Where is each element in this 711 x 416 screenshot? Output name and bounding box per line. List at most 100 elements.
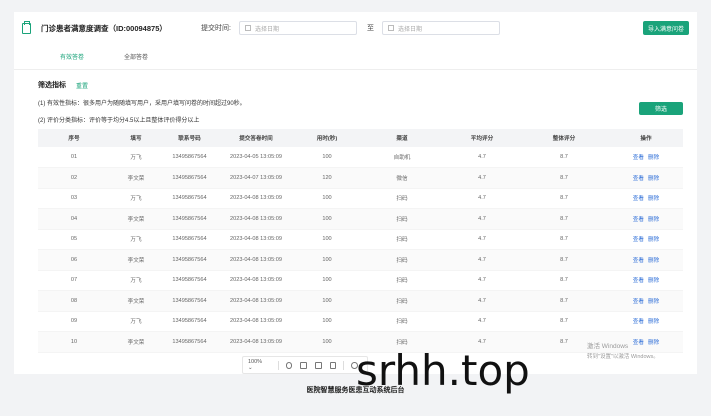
delete-link[interactable]: 删除 bbox=[648, 237, 659, 243]
survey-table: 序号 填写 联系号码 提交答卷时间 用时(秒) 渠道 平均评分 整体评分 操作 … bbox=[38, 129, 683, 353]
table-cell: 4.7 bbox=[445, 229, 519, 250]
fullscreen-icon[interactable] bbox=[329, 361, 337, 369]
delete-link[interactable]: 删除 bbox=[648, 258, 659, 264]
table-cell: 扫码 bbox=[359, 311, 445, 332]
table-cell: 2023-04-05 13:05:09 bbox=[217, 147, 295, 168]
submit-time-label: 提交时间: bbox=[201, 25, 231, 32]
to-label: 至 bbox=[366, 25, 374, 32]
table-cell: 2023-04-08 13:05:09 bbox=[217, 290, 295, 312]
toolbar-divider bbox=[277, 360, 279, 370]
table-cell: 4.7 bbox=[445, 249, 519, 271]
delete-link[interactable]: 删除 bbox=[648, 176, 659, 182]
zoom-select[interactable]: 100% ⌄ bbox=[248, 359, 267, 371]
view-link[interactable]: 查看 bbox=[633, 237, 644, 243]
delete-link[interactable]: 删除 bbox=[648, 217, 659, 223]
table-header-row: 序号 填写 联系号码 提交答卷时间 用时(秒) 渠道 平均评分 整体评分 操作 bbox=[38, 129, 683, 147]
watermark-line1: 激活 Windows bbox=[587, 343, 629, 350]
view-link[interactable]: 查看 bbox=[633, 217, 644, 223]
image-caption: 医院智慧服务医患互动系统后台 bbox=[306, 387, 405, 394]
table-cell: 100 bbox=[295, 311, 359, 332]
table-cell: 04 bbox=[38, 208, 110, 230]
table-cell: 8.7 bbox=[519, 249, 609, 271]
table-cell: 100 bbox=[295, 331, 359, 353]
table-cell: 2023-04-08 13:05:09 bbox=[217, 270, 295, 291]
end-date-placeholder: 选择日期 bbox=[397, 26, 422, 33]
table-cell: 2023-04-08 13:05:09 bbox=[217, 249, 295, 271]
table-row: 03 万飞 13495867564 2023-04-08 13:05:09 100 扫码 4… bbox=[38, 188, 683, 209]
view-link[interactable]: 查看 bbox=[633, 196, 644, 202]
delete-link[interactable]: 删除 bbox=[648, 319, 659, 325]
view-link[interactable]: 查看 bbox=[633, 176, 644, 182]
table-cell: 4.7 bbox=[445, 188, 519, 209]
row-actions: 查看 删除 bbox=[609, 147, 683, 168]
table-cell: 万飞 bbox=[110, 188, 162, 209]
delete-link[interactable]: 删除 bbox=[648, 278, 659, 284]
col-header: 联系号码 bbox=[162, 129, 217, 147]
view-link[interactable]: 查看 bbox=[633, 319, 644, 325]
view-link[interactable]: 查看 bbox=[633, 258, 644, 264]
filter-header: 筛选指标 重置 bbox=[14, 70, 697, 90]
table-cell: 李文荣 bbox=[110, 167, 162, 189]
table-cell: 李文荣 bbox=[110, 290, 162, 312]
row-actions: 查看 删除 bbox=[609, 311, 683, 332]
tab-valid-answers[interactable]: 有效答卷 bbox=[60, 52, 84, 61]
col-header: 平均评分 bbox=[445, 129, 519, 147]
table-cell: 8.7 bbox=[519, 147, 609, 168]
filter-button[interactable]: 筛选 bbox=[639, 102, 683, 115]
table-cell: 100 bbox=[295, 249, 359, 271]
calendar-icon bbox=[244, 25, 251, 31]
start-date-input[interactable]: 选择日期 bbox=[238, 21, 357, 35]
table-cell: 4.7 bbox=[445, 147, 519, 168]
delete-link[interactable]: 删除 bbox=[648, 299, 659, 305]
filter-title: 筛选指标 bbox=[38, 82, 66, 89]
table-cell: 06 bbox=[38, 249, 110, 271]
calendar-icon bbox=[387, 25, 394, 31]
table-cell: 8.7 bbox=[519, 167, 609, 189]
table-cell: 13495867564 bbox=[162, 311, 217, 332]
import-survey-button[interactable]: 导入满意问卷 bbox=[643, 21, 689, 35]
clipboard-icon bbox=[22, 20, 31, 34]
table-cell: 扫码 bbox=[359, 270, 445, 291]
table-cell: 自助机 bbox=[359, 147, 445, 168]
end-date-input[interactable]: 选择日期 bbox=[381, 21, 500, 35]
table-cell: 万飞 bbox=[110, 229, 162, 250]
table-cell: 100 bbox=[295, 147, 359, 168]
table-cell: 扫码 bbox=[359, 249, 445, 271]
table-row: 01 万飞 13495867564 2023-04-05 13:05:09 100 自助机… bbox=[38, 147, 683, 168]
toolbar-divider bbox=[343, 360, 345, 370]
table-cell: 扫码 bbox=[359, 188, 445, 209]
view-link[interactable]: 查看 bbox=[633, 278, 644, 284]
row-actions: 查看 删除 bbox=[609, 208, 683, 230]
filter-note-validity: (1) 有效性指标：很多用户为随随填写用户，采用户填写问卷的时间超过90秒。 bbox=[38, 101, 246, 107]
table-cell: 8.7 bbox=[519, 290, 609, 312]
watermark-line2: 转到"设置"以激活 Windows。 bbox=[587, 354, 659, 360]
page-title: 门诊患者满意度调查（ID:00094875） bbox=[41, 23, 167, 33]
delete-link[interactable]: 删除 bbox=[648, 155, 659, 161]
filter-reset-link[interactable]: 重置 bbox=[76, 81, 88, 90]
row-actions: 查看 删除 bbox=[609, 290, 683, 312]
view-link[interactable]: 查看 bbox=[633, 155, 644, 161]
table-cell: 8.7 bbox=[519, 208, 609, 230]
refresh-icon[interactable] bbox=[285, 361, 293, 369]
col-header: 操作 bbox=[609, 129, 683, 147]
table-cell: 02 bbox=[38, 167, 110, 189]
table-cell: 2023-04-08 13:05:09 bbox=[217, 331, 295, 353]
table-cell: 2023-04-08 13:05:09 bbox=[217, 229, 295, 250]
table-cell: 13495867564 bbox=[162, 229, 217, 250]
crop-icon[interactable] bbox=[300, 361, 308, 369]
view-link[interactable]: 查看 bbox=[633, 299, 644, 305]
table-row: 07 万飞 13495867564 2023-04-08 13:05:09 100 扫码 4… bbox=[38, 270, 683, 291]
table-cell: 8.7 bbox=[519, 188, 609, 209]
table-cell: 100 bbox=[295, 270, 359, 291]
table-cell: 01 bbox=[38, 147, 110, 168]
table-cell: 李文荣 bbox=[110, 208, 162, 230]
table-cell: 4.7 bbox=[445, 311, 519, 332]
tab-all-answers[interactable]: 全部答卷 bbox=[124, 52, 148, 61]
delete-link[interactable]: 删除 bbox=[648, 196, 659, 202]
fit-page-icon[interactable] bbox=[315, 361, 322, 369]
row-actions: 查看 删除 bbox=[609, 249, 683, 271]
table-cell: 4.7 bbox=[445, 208, 519, 230]
table-cell: 微信 bbox=[359, 167, 445, 189]
start-date-placeholder: 选择日期 bbox=[254, 26, 279, 33]
table-cell: 05 bbox=[38, 229, 110, 250]
